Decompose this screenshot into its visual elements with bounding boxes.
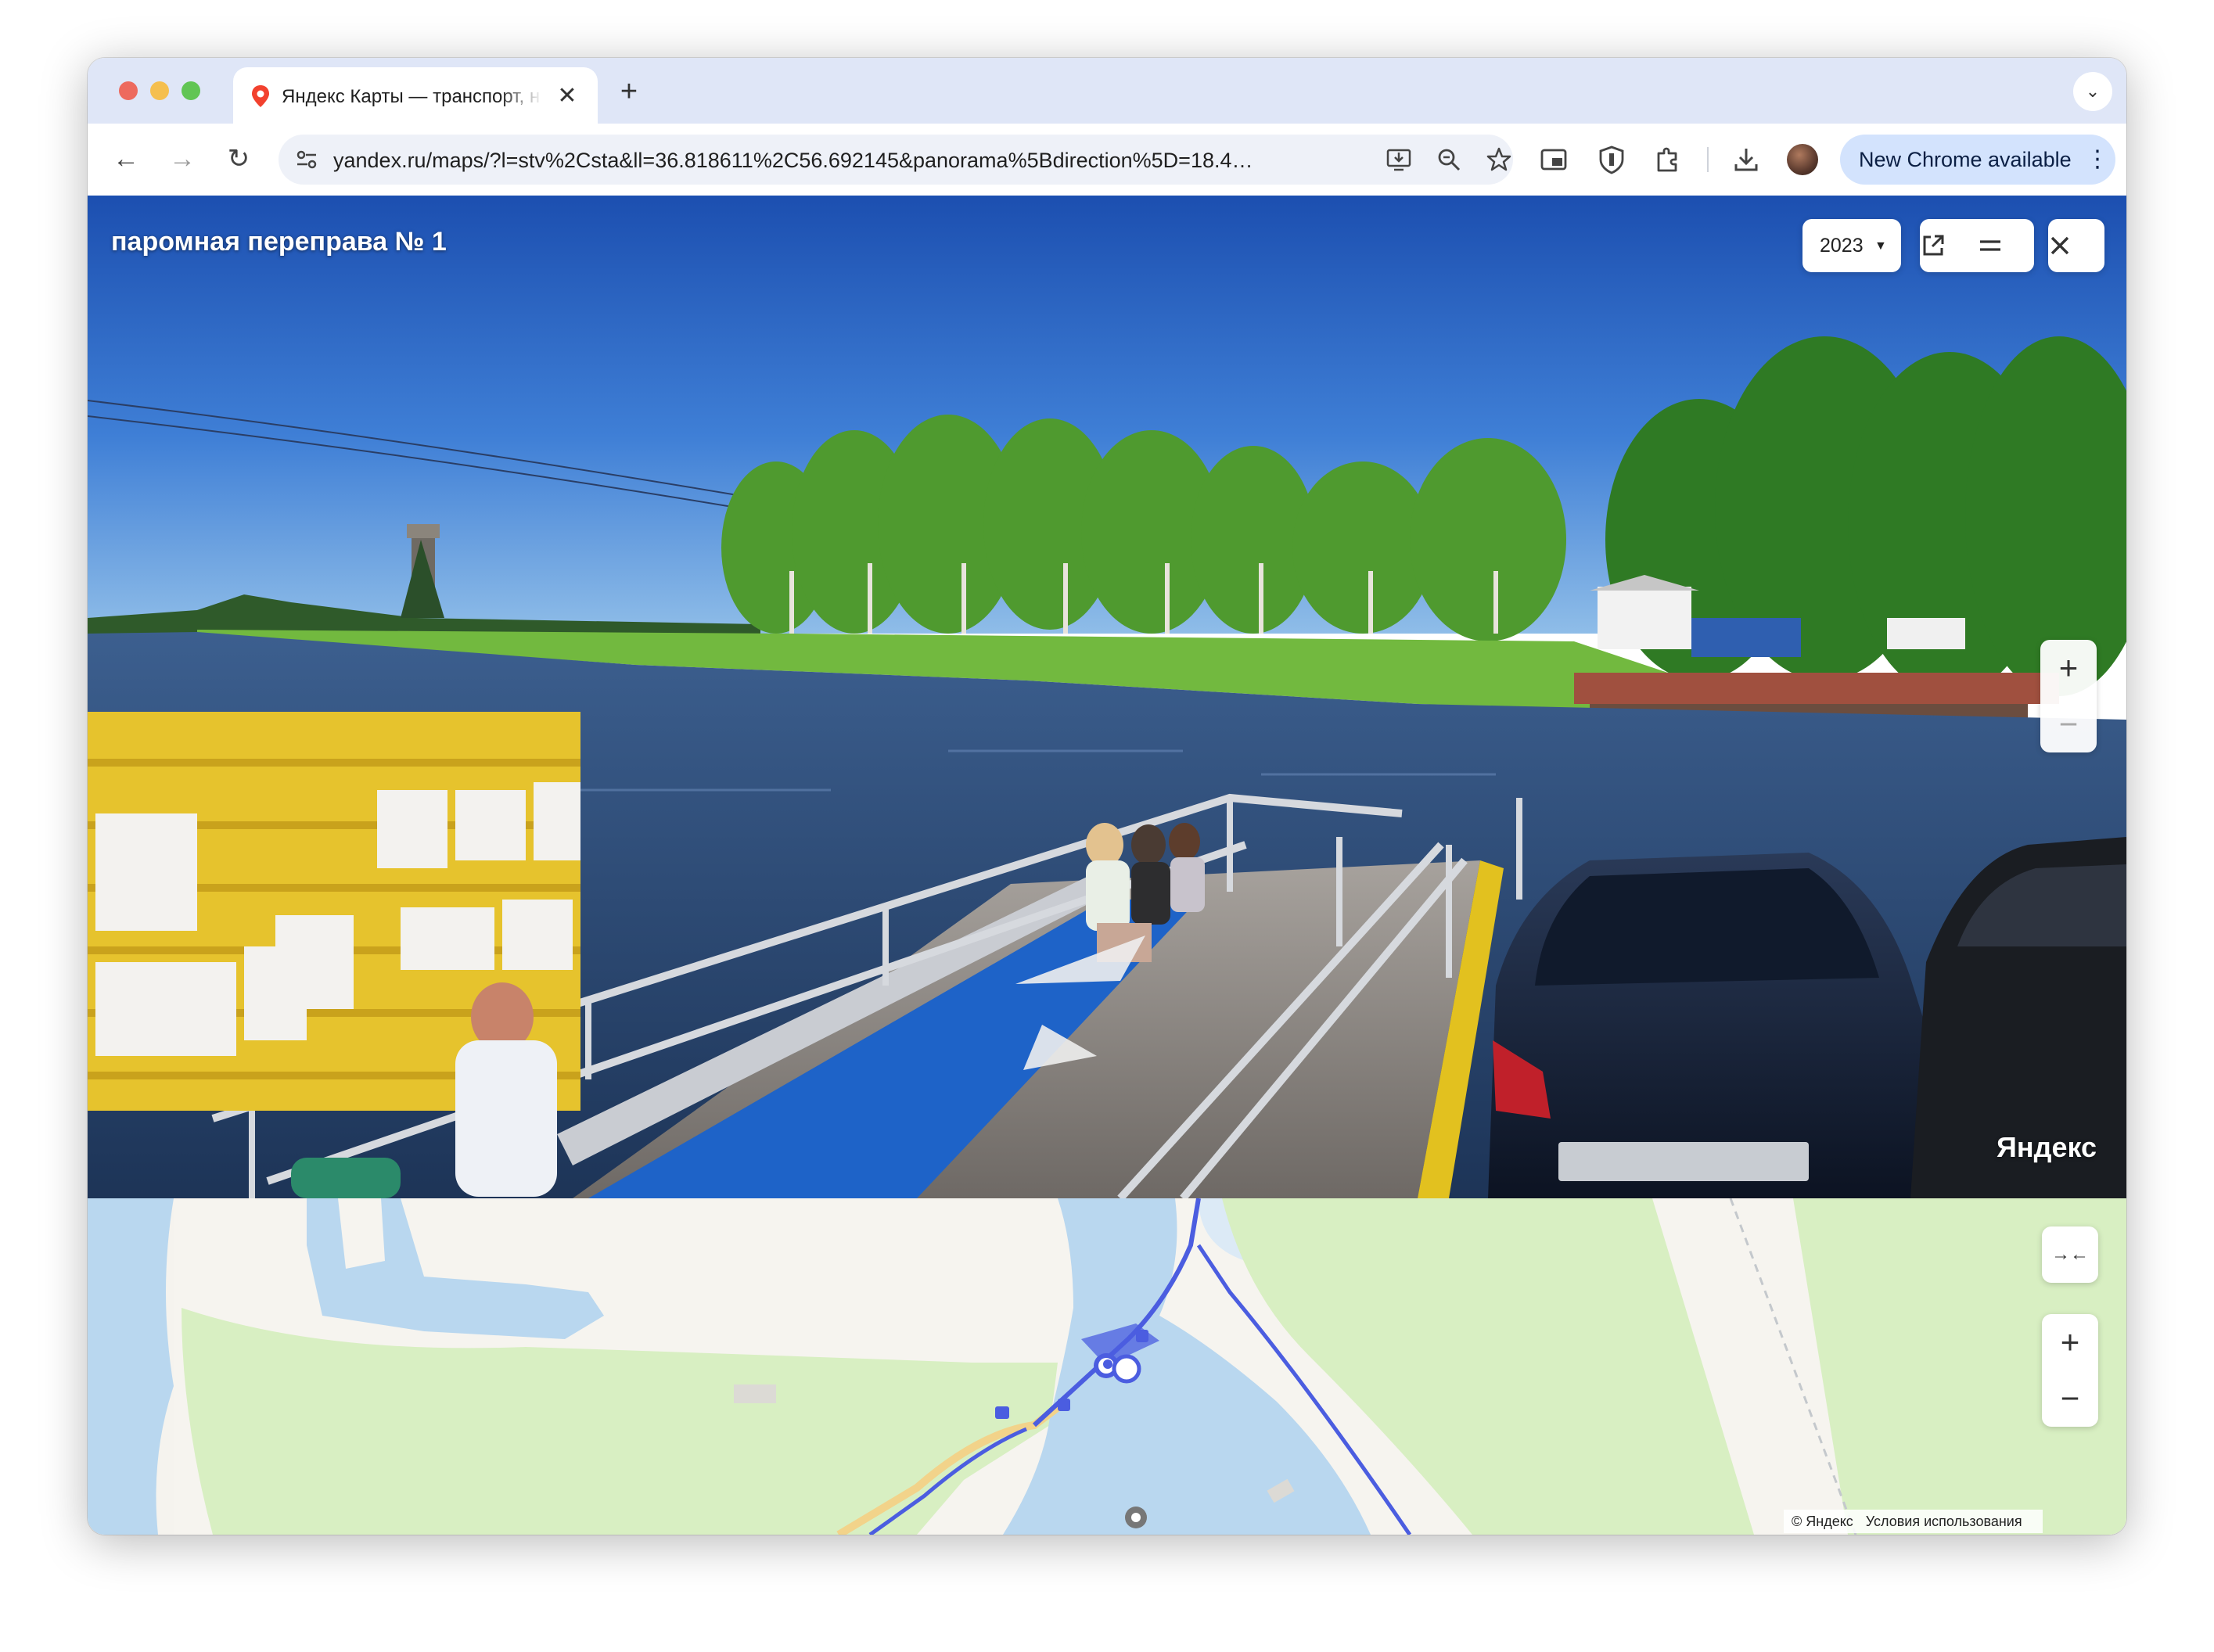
update-label: New Chrome available: [1859, 148, 2072, 171]
tab-strip: Яндекс Карты — транспорт, навигация, пои…: [88, 58, 2126, 124]
download-icon[interactable]: [1731, 144, 1762, 175]
extensions-puzzle-icon[interactable]: [1652, 144, 1684, 175]
panorama-title: паромная переправа № 1: [111, 227, 447, 257]
panorama-zoom-out-button[interactable]: −: [2040, 696, 2097, 752]
open-external-button[interactable]: [1920, 219, 1977, 272]
tab-yandex-maps[interactable]: Яндекс Карты — транспорт, навигация, пои…: [233, 67, 598, 124]
panorama-image: [88, 196, 2126, 1198]
chrome-menu-icon[interactable]: ⋮: [2086, 145, 2109, 174]
shield-extension-icon[interactable]: [1596, 144, 1627, 175]
url-text[interactable]: yandex.ru/maps/?l=stv%2Csta&ll=36.818611…: [333, 147, 1374, 174]
back-button[interactable]: ←: [108, 141, 144, 177]
split-view-button[interactable]: [1977, 219, 2034, 272]
close-icon: [2050, 236, 2069, 255]
map-pin-icon: [252, 85, 269, 107]
panorama-zoom-in-button[interactable]: +: [2040, 640, 2097, 696]
zoom-icon[interactable]: [1435, 145, 1463, 174]
close-panorama-button[interactable]: [2048, 219, 2104, 272]
map-copyright: © Яндекс: [1792, 1514, 1853, 1529]
tab-search-button[interactable]: ⌄: [2073, 72, 2112, 111]
bookmark-star-icon[interactable]: [1485, 145, 1513, 174]
collapse-map-button[interactable]: →←: [2042, 1226, 2098, 1283]
street-panorama[interactable]: паромная переправа № 1 2023 ▼ + − Яндекс: [88, 196, 2126, 1198]
mini-map[interactable]: →← + − © Яндекс Условия использования: [88, 1198, 2126, 1535]
profile-avatar[interactable]: [1787, 144, 1818, 175]
terms-link[interactable]: Условия использования: [1866, 1514, 2022, 1529]
equals-menu-icon: [1980, 240, 2000, 251]
new-tab-button[interactable]: +: [612, 75, 646, 110]
close-window-button[interactable]: [119, 81, 138, 100]
year-value: 2023: [1820, 235, 1864, 257]
open-external-icon: [1923, 235, 1944, 256]
zoom-window-button[interactable]: [182, 81, 200, 100]
panorama-actions: [1920, 219, 2034, 272]
map-zoom-out-button[interactable]: −: [2042, 1370, 2098, 1427]
map-canvas: [88, 1198, 2126, 1535]
panorama-zoom-control: + −: [2040, 640, 2097, 752]
address-bar[interactable]: yandex.ru/maps/?l=stv%2Csta&ll=36.818611…: [279, 135, 1513, 185]
forward-button[interactable]: →: [164, 141, 200, 177]
yandex-watermark: Яндекс: [1997, 1131, 2097, 1163]
tab-close-button[interactable]: ✕: [554, 83, 580, 110]
browser-toolbar: ← → ↻ yandex.ru/maps/?l=stv%2Csta&ll=36.…: [88, 124, 2126, 196]
picture-in-picture-icon[interactable]: [1538, 144, 1569, 175]
map-attribution: © Яндекс Условия использования: [1784, 1510, 2043, 1533]
site-settings-icon[interactable]: [294, 147, 319, 172]
minimize-window-button[interactable]: [150, 81, 169, 100]
map-zoom-in-button[interactable]: +: [2042, 1314, 2098, 1370]
map-zoom-control: + −: [2042, 1314, 2098, 1427]
panorama-year-select[interactable]: 2023 ▼: [1802, 219, 1901, 272]
install-app-icon[interactable]: [1385, 145, 1413, 174]
reload-button[interactable]: ↻: [221, 141, 257, 177]
new-chrome-available-button[interactable]: New Chrome available ⋮: [1840, 135, 2115, 185]
caret-down-icon: ▼: [1874, 239, 1887, 253]
browser-window: Яндекс Карты — транспорт, навигация, пои…: [88, 58, 2126, 1535]
